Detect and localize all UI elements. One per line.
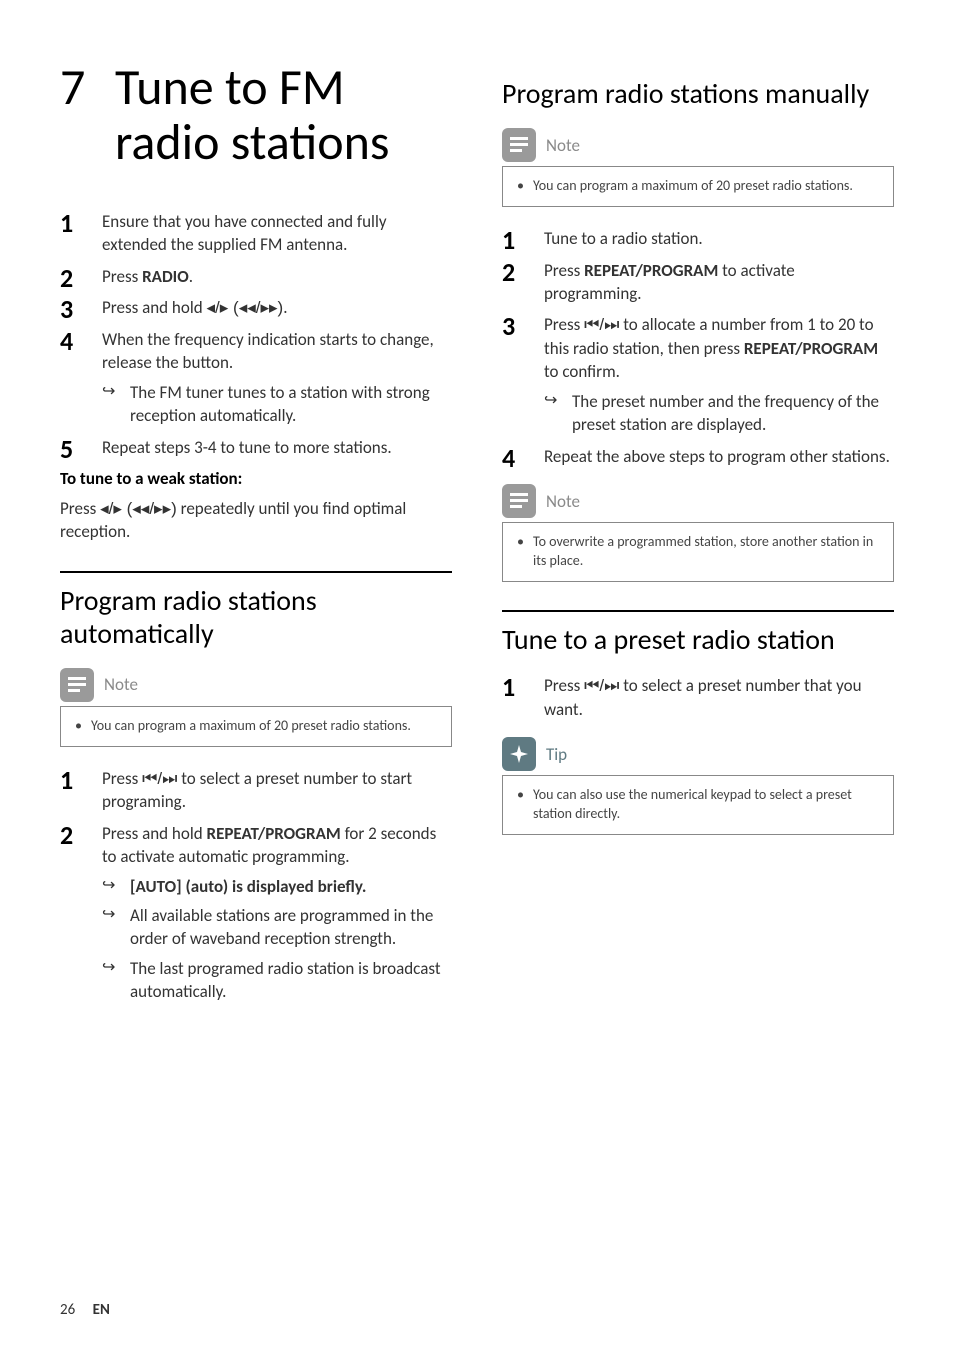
tip-item: You can also use the numerical keypad to… (517, 786, 879, 824)
skip-icon: ⏮/⏭ (584, 315, 619, 334)
tune-steps: Ensure that you have connected and fully… (60, 210, 452, 459)
note-label: Note (546, 135, 580, 156)
step: Press ⏮/⏭ to allocate a number from 1 to… (502, 313, 894, 436)
step: Tune to a radio station. (502, 227, 894, 250)
chapter-title-text: Tune to FM radio stations (115, 60, 435, 170)
nav-arrows-icon: ◂/▸ (◂◂/▸▸) (100, 499, 177, 518)
note-icon (502, 484, 536, 518)
note-box: Note To overwrite a programmed station, … (502, 484, 894, 582)
right-column: Program radio stations manually Note You… (502, 60, 894, 1012)
section-divider (502, 610, 894, 612)
nav-arrows-icon: ◂/▸ (◂◂/▸▸) (207, 298, 284, 317)
manual-steps: Tune to a radio station. Press REPEAT/PR… (502, 227, 894, 468)
section-divider (60, 571, 452, 573)
note-box: Note You can program a maximum of 20 pre… (502, 128, 894, 207)
step: Repeat steps 3-4 to tune to more station… (60, 436, 452, 459)
auto-program-heading: Program radio stations automatically (60, 585, 452, 649)
substep: [AUTO] (auto) is displayed briefly. (102, 875, 452, 898)
note-item: To overwrite a programmed station, store… (517, 533, 879, 571)
tip-box: Tip You can also use the numerical keypa… (502, 737, 894, 835)
note-icon (60, 668, 94, 702)
tip-label: Tip (546, 744, 567, 765)
note-item: You can program a maximum of 20 preset r… (517, 177, 879, 196)
manual-program-heading: Program radio stations manually (502, 78, 894, 110)
step: Press and hold ◂/▸ (◂◂/▸▸). (60, 296, 452, 319)
chapter-title: 7Tune to FM radio stations (60, 60, 452, 170)
page-footer: 26 EN (60, 1301, 110, 1319)
substep: The last programed radio station is broa… (102, 957, 452, 1004)
step: When the frequency indication starts to … (60, 328, 452, 428)
page-number: 26 (60, 1301, 75, 1319)
note-label: Note (104, 674, 138, 695)
auto-steps: Press ⏮/⏭ to select a preset number to s… (60, 767, 452, 1004)
step: Press and hold REPEAT/PROGRAM for 2 seco… (60, 822, 452, 1004)
preset-heading: Tune to a preset radio station (502, 624, 894, 656)
step: Ensure that you have connected and fully… (60, 210, 452, 257)
step: Press ⏮/⏭ to select a preset number that… (502, 674, 894, 721)
note-box: Note You can program a maximum of 20 pre… (60, 668, 452, 747)
substep: All available stations are programmed in… (102, 904, 452, 951)
note-label: Note (546, 491, 580, 512)
step: Repeat the above steps to program other … (502, 445, 894, 468)
tip-icon (502, 737, 536, 771)
weak-station-text: Press ◂/▸ (◂◂/▸▸) repeatedly until you f… (60, 497, 452, 544)
chapter-number: 7 (60, 60, 115, 115)
page-lang: EN (93, 1301, 110, 1319)
step: Press RADIO. (60, 265, 452, 288)
preset-steps: Press ⏮/⏭ to select a preset number that… (502, 674, 894, 721)
left-column: 7Tune to FM radio stations Ensure that y… (60, 60, 452, 1012)
substep: The FM tuner tunes to a station with str… (102, 381, 452, 428)
step: Press ⏮/⏭ to select a preset number to s… (60, 767, 452, 814)
skip-icon: ⏮/⏭ (584, 676, 619, 695)
skip-icon: ⏮/⏭ (142, 769, 177, 788)
weak-station-title: To tune to a weak station: (60, 467, 452, 490)
substep: The preset number and the frequency of t… (544, 390, 894, 437)
step: Press REPEAT/PROGRAM to activate program… (502, 259, 894, 306)
note-item: You can program a maximum of 20 preset r… (75, 717, 437, 736)
note-icon (502, 128, 536, 162)
